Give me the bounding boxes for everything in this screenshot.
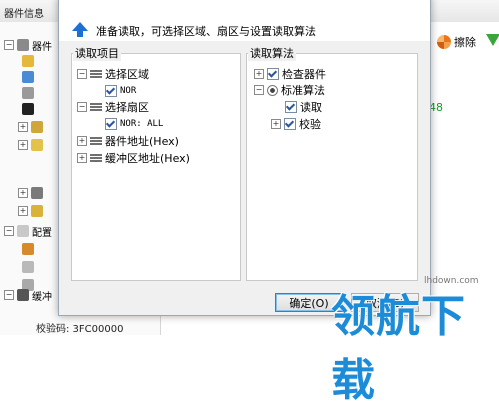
erase-icon bbox=[437, 35, 451, 49]
expand-icon[interactable]: + bbox=[18, 140, 28, 150]
read-item-nor-all[interactable]: NOR: ALL bbox=[105, 117, 163, 131]
tree-node-label: 缓冲 bbox=[32, 291, 52, 303]
tree-node-label: 器件 bbox=[32, 41, 52, 53]
read-item-buffer-address[interactable]: + 缓冲区地址(Hex) bbox=[77, 151, 190, 165]
settings-icon bbox=[22, 55, 34, 67]
document-icon bbox=[22, 243, 34, 255]
document-icon bbox=[22, 71, 34, 83]
document-icon bbox=[22, 261, 34, 273]
read-checkbox[interactable] bbox=[285, 101, 297, 113]
collapse-icon[interactable]: − bbox=[254, 85, 264, 95]
node-label: 检查器件 bbox=[282, 68, 326, 81]
erase-label: 擦除 bbox=[454, 36, 476, 49]
tree-node-child[interactable] bbox=[22, 70, 34, 84]
expand-icon[interactable]: + bbox=[77, 153, 87, 163]
verify-checkbox[interactable] bbox=[284, 118, 296, 130]
watermark-brand: 领航下载 bbox=[331, 291, 466, 406]
expand-icon[interactable]: + bbox=[18, 188, 28, 198]
tree-node-child[interactable]: + bbox=[18, 204, 43, 218]
tree-node-child[interactable]: + bbox=[18, 186, 43, 200]
node-label: 标准算法 bbox=[281, 84, 325, 97]
down-arrow-icon[interactable] bbox=[486, 34, 499, 46]
collapse-icon[interactable]: − bbox=[4, 226, 14, 236]
read-algorithm-label: 读取算法 bbox=[248, 45, 296, 61]
read-dialog: 准备读取，可选择区域、扇区与设置读取算法 读取项目 − 选择区域 NOR − 选… bbox=[58, 0, 431, 316]
tree-node-child[interactable] bbox=[22, 102, 34, 116]
node-label: 选择扇区 bbox=[105, 101, 149, 114]
tree-node-buffer[interactable]: − 缓冲 bbox=[4, 288, 52, 303]
node-label: 读取 bbox=[300, 101, 322, 114]
tree-node-config[interactable]: − 配置 bbox=[4, 224, 52, 239]
collapse-icon[interactable]: − bbox=[4, 290, 14, 300]
node-label: NOR bbox=[120, 86, 137, 96]
tree-node-device[interactable]: − 器件 bbox=[4, 38, 52, 53]
read-items-group bbox=[71, 53, 241, 281]
chip-icon bbox=[17, 39, 29, 51]
check-device-checkbox[interactable] bbox=[267, 68, 279, 80]
expand-icon[interactable]: + bbox=[77, 136, 87, 146]
tree-node-child[interactable] bbox=[22, 54, 34, 68]
device-info-title: 器件信息 bbox=[4, 9, 44, 20]
node-label: NOR: ALL bbox=[120, 119, 164, 129]
read-item-select-sector[interactable]: − 选择扇区 bbox=[77, 100, 149, 114]
tree-node-child[interactable]: + bbox=[18, 138, 43, 152]
tree-node-child[interactable] bbox=[22, 242, 34, 256]
nor-all-checkbox[interactable] bbox=[105, 118, 117, 130]
node-label: 器件地址(Hex) bbox=[105, 135, 179, 148]
erase-button[interactable]: 擦除 bbox=[437, 34, 476, 50]
collapse-icon[interactable]: − bbox=[4, 40, 14, 50]
tree-node-child[interactable]: + bbox=[18, 120, 43, 134]
algo-check-device[interactable]: + 检查器件 bbox=[254, 67, 326, 81]
tree-node-label: 配置 bbox=[32, 227, 52, 239]
node-label: 校验 bbox=[299, 118, 321, 131]
tool-icon bbox=[31, 187, 43, 199]
checksum-status: 校验码: 3FC00000 bbox=[36, 324, 124, 335]
read-item-nor[interactable]: NOR bbox=[105, 84, 136, 98]
algo-read[interactable]: 读取 bbox=[285, 100, 322, 114]
dialog-header: 准备读取，可选择区域、扇区与设置读取算法 bbox=[59, 11, 430, 41]
config-icon bbox=[17, 225, 29, 237]
chip-icon bbox=[22, 87, 34, 99]
read-items-label: 读取项目 bbox=[73, 45, 121, 61]
list-icon bbox=[90, 69, 102, 80]
tree-node-child[interactable] bbox=[22, 260, 34, 274]
nor-checkbox[interactable] bbox=[105, 85, 117, 97]
read-item-device-address[interactable]: + 器件地址(Hex) bbox=[77, 134, 179, 148]
expand-icon[interactable]: + bbox=[18, 206, 28, 216]
expand-icon[interactable]: + bbox=[254, 69, 264, 79]
expand-icon[interactable]: + bbox=[271, 119, 281, 129]
collapse-icon[interactable]: − bbox=[77, 102, 87, 112]
status-number: 48 bbox=[429, 101, 443, 114]
list-icon bbox=[90, 136, 102, 147]
lightning-icon bbox=[31, 205, 43, 217]
algo-verify[interactable]: + 校验 bbox=[271, 117, 321, 131]
memory-icon bbox=[22, 103, 34, 115]
tree-node-child[interactable] bbox=[22, 86, 34, 100]
bulb-icon bbox=[31, 139, 43, 151]
up-arrow-icon bbox=[72, 22, 88, 31]
dialog-header-text: 准备读取，可选择区域、扇区与设置读取算法 bbox=[96, 25, 316, 38]
up-arrow-stem bbox=[77, 31, 83, 37]
buffer-icon bbox=[17, 289, 29, 301]
expand-icon[interactable]: + bbox=[18, 122, 28, 132]
list-icon bbox=[90, 153, 102, 164]
node-label: 选择区域 bbox=[105, 68, 149, 81]
list-icon bbox=[90, 102, 102, 113]
collapse-icon[interactable]: − bbox=[77, 69, 87, 79]
standard-algorithm-radio[interactable] bbox=[267, 84, 278, 96]
node-label: 缓冲区地址(Hex) bbox=[105, 152, 190, 165]
algo-standard[interactable]: − 标准算法 bbox=[254, 83, 325, 97]
bulb-icon bbox=[31, 121, 43, 133]
read-item-select-region[interactable]: − 选择区域 bbox=[77, 67, 149, 81]
